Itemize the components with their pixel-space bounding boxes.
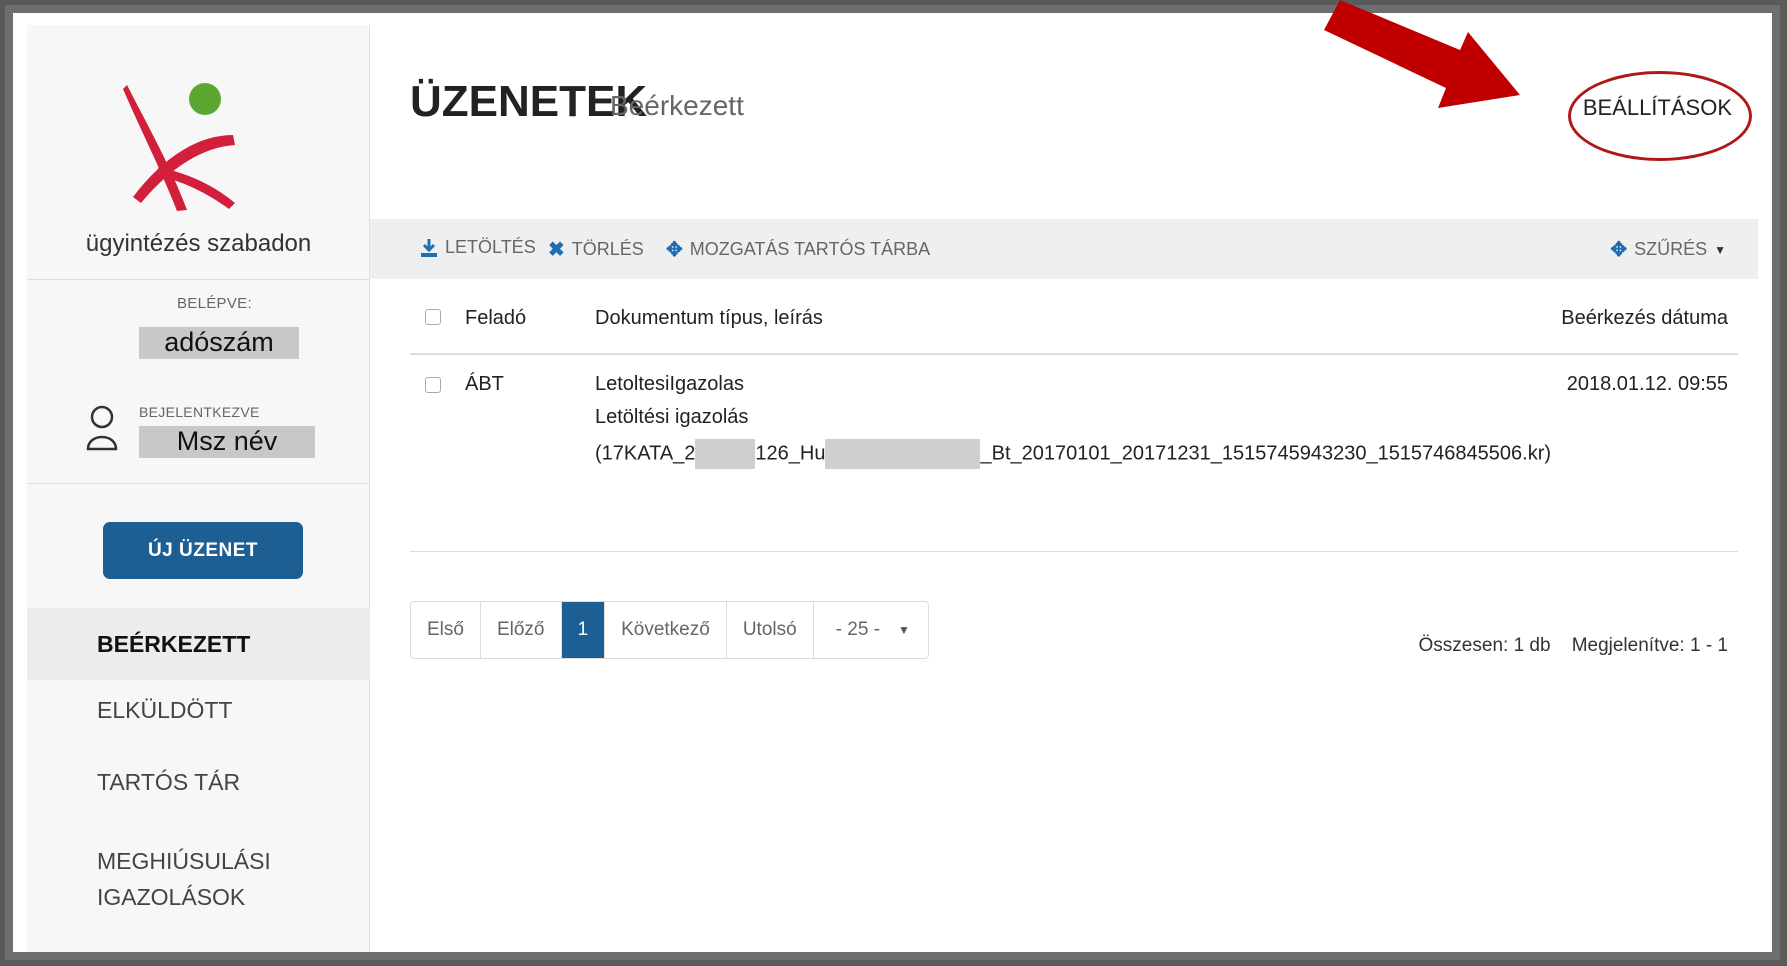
filter-icon: ✥ <box>1610 239 1628 261</box>
download-button[interactable]: LETÖLTÉS <box>420 237 536 258</box>
nav-label-line1: MEGHIÚSULÁSI <box>97 848 271 874</box>
redacted-block <box>695 439 756 469</box>
nav-item-failed-certificates[interactable]: MEGHIÚSULÁSI IGAZOLÁSOK <box>27 843 370 915</box>
filename-part2: 126_Hu <box>755 442 826 465</box>
row-date: 2018.01.12. 09:55 <box>1566 373 1728 395</box>
page-subtitle: Beérkezett <box>610 90 744 121</box>
user-icon <box>86 405 118 451</box>
delete-label: TÖRLÉS <box>571 239 644 259</box>
annotation-arrow <box>1324 0 1520 108</box>
user-name-value: Msz név <box>139 426 315 458</box>
filename-part3: _Bt_20170101_20171231_1515745943230_1515… <box>980 442 1552 465</box>
header-divider <box>410 353 1738 355</box>
download-label: LETÖLTÉS <box>445 237 536 257</box>
row-filename: (17KATA_2 126_Hu _Bt_20170101_20171231_151… <box>595 439 1551 469</box>
nav-item-sent[interactable]: ELKÜLDÖTT <box>27 695 370 725</box>
toolbar: LETÖLTÉS ✖ TÖRLÉS ✥ MOZGATÁS TARTÓS TÁRB… <box>370 219 1758 279</box>
nav-item-inbox[interactable]: BEÉRKEZETT <box>27 608 370 680</box>
close-icon: ✖ <box>548 239 565 261</box>
table-bottom-divider <box>410 551 1738 552</box>
new-message-button[interactable]: ÚJ ÜZENET <box>103 522 303 579</box>
row-doc-desc: Letöltési igazolás <box>595 406 749 428</box>
shown-range: Megjelenítve: 1 - 1 <box>1571 635 1728 656</box>
page-first-button[interactable]: Első <box>411 602 481 658</box>
logged-in-label: BELÉPVE: <box>177 295 252 312</box>
filter-button[interactable]: ✥ SZŰRÉS ▼ <box>1610 237 1726 262</box>
divider <box>27 279 370 280</box>
nav-label-line2: IGAZOLÁSOK <box>97 884 246 910</box>
tagline: ügyintézés szabadon <box>85 230 312 257</box>
row-doc-type: LetoltesiIgazolas <box>595 373 744 395</box>
column-header-date[interactable]: Beérkezés dátuma <box>1561 307 1728 330</box>
caret-down-icon: ▼ <box>898 623 910 637</box>
app-window: ügyintézés szabadon BELÉPVE: adószám BEJ… <box>5 5 1780 960</box>
page-size-select[interactable]: - 25 - ▼ <box>814 602 928 658</box>
main-panel: ÜZENETEK Beérkezett BEÁLLÍTÁSOK LETÖLTÉS… <box>370 25 1758 952</box>
column-header-document[interactable]: Dokumentum típus, leírás <box>595 307 823 330</box>
filename-part1: (17KATA_2 <box>595 442 696 465</box>
filter-label: SZŰRÉS <box>1634 239 1708 259</box>
move-icon: ✥ <box>666 239 683 261</box>
sidebar: ügyintézés szabadon BELÉPVE: adószám BEJ… <box>27 25 370 952</box>
select-all-checkbox[interactable] <box>425 309 441 325</box>
tax-id-value: adószám <box>139 327 299 359</box>
download-icon <box>421 238 437 257</box>
logo <box>123 83 235 211</box>
result-summary: Összesen: 1 db Megjelenítve: 1 - 1 <box>1419 635 1728 657</box>
page-current-button[interactable]: 1 <box>561 602 606 658</box>
page-prev-button[interactable]: Előző <box>480 602 562 658</box>
page-next-button[interactable]: Következő <box>605 602 727 658</box>
pagination: Első Előző 1 Következő Utolsó - 25 - ▼ <box>410 601 929 659</box>
total-count: Összesen: 1 db <box>1418 635 1551 656</box>
redacted-block <box>825 439 981 469</box>
annotation-circle <box>1568 71 1752 161</box>
column-header-sender[interactable]: Feladó <box>465 307 526 330</box>
nav-item-archive[interactable]: TARTÓS TÁR <box>27 767 370 797</box>
row-sender: ÁBT <box>465 373 504 395</box>
row-checkbox[interactable] <box>425 377 441 393</box>
page-last-button[interactable]: Utolsó <box>726 602 814 658</box>
divider <box>27 483 370 484</box>
delete-button[interactable]: ✖ TÖRLÉS <box>548 237 644 262</box>
signed-in-label: BEJELENTKEZVE <box>139 404 260 420</box>
move-label: MOZGATÁS TARTÓS TÁRBA <box>689 239 931 259</box>
page-size-value: - 25 - <box>835 619 881 640</box>
caret-down-icon: ▼ <box>1714 242 1726 257</box>
move-to-archive-button[interactable]: ✥ MOZGATÁS TARTÓS TÁRBA <box>666 237 930 262</box>
